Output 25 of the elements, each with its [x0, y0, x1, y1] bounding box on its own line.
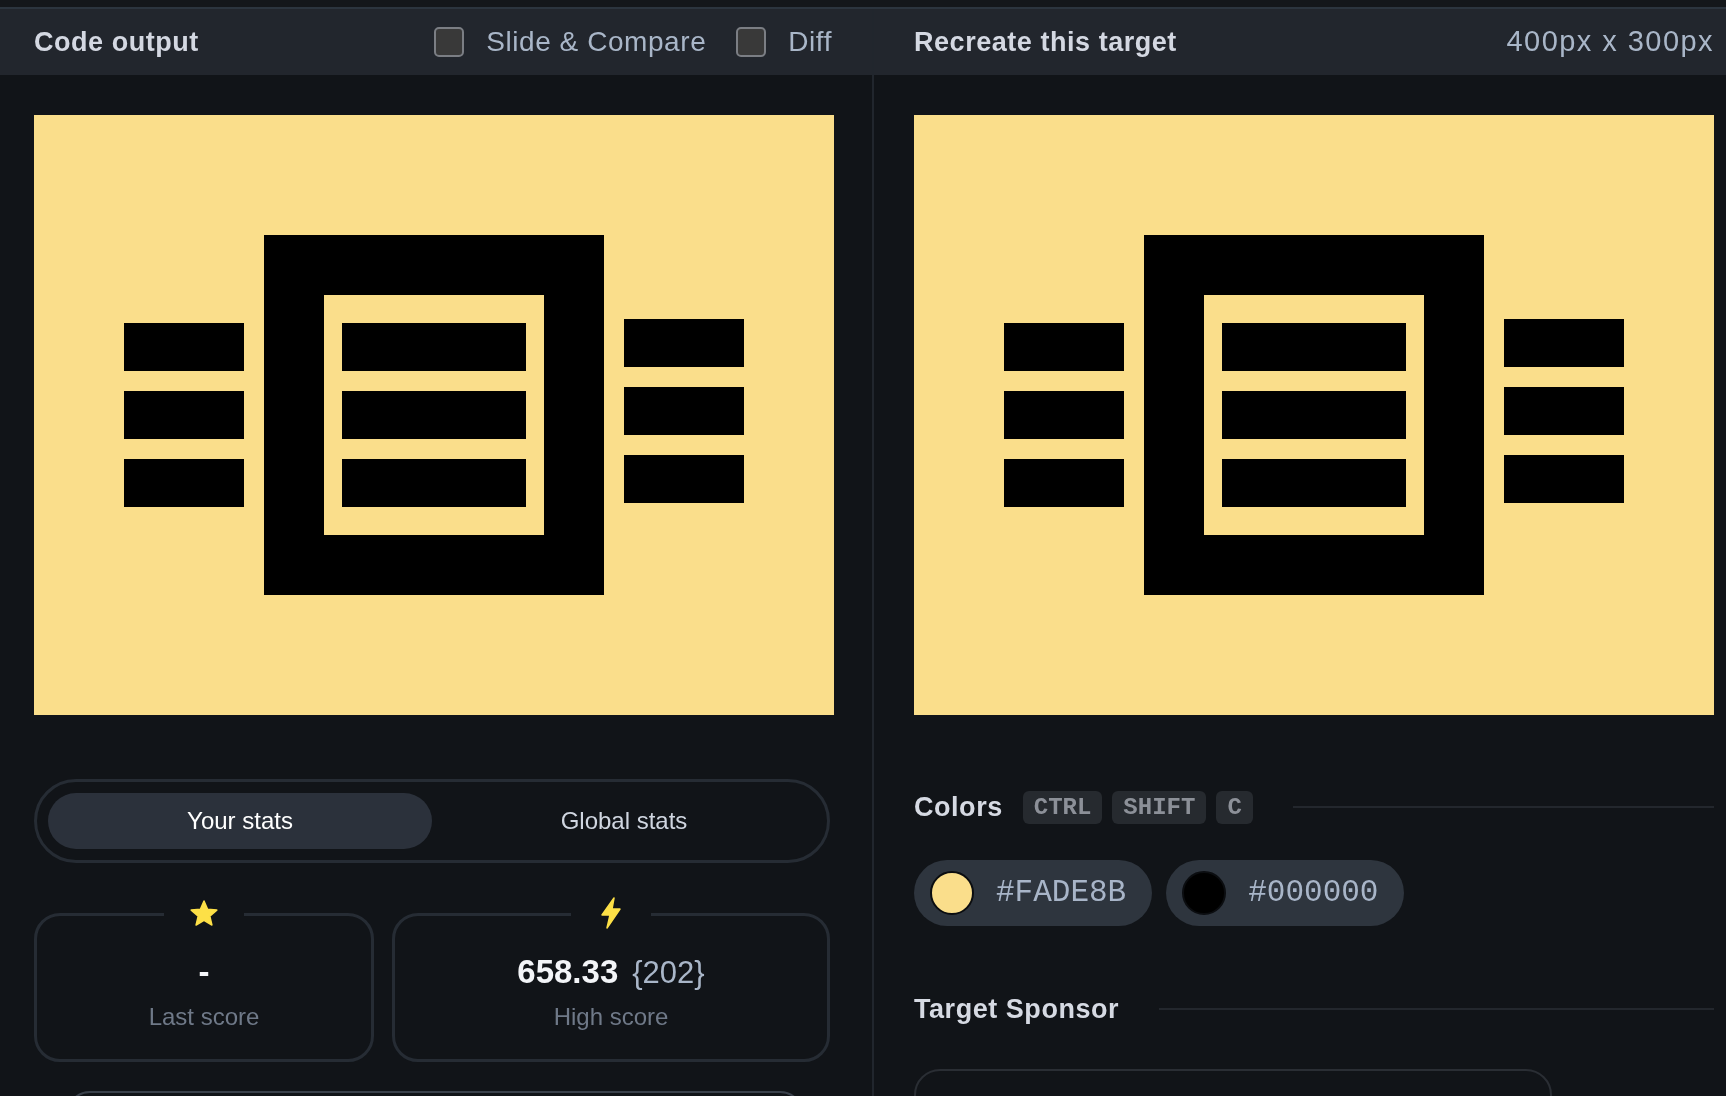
score-label: Last score — [148, 1002, 260, 1032]
target-size: 400px x 300px — [1506, 24, 1714, 60]
star-icon — [190, 900, 218, 927]
key-cap: CTRL — [1022, 790, 1103, 824]
key-cap: C — [1216, 790, 1253, 824]
score-value: 658.33 — [517, 952, 619, 992]
section-title: Target Sponsor — [914, 992, 1120, 1026]
section-title: Colors — [914, 790, 1003, 824]
checkbox-label: Slide & Compare — [486, 25, 707, 59]
panel-title: Code output — [34, 25, 199, 59]
score-count: {202} — [632, 954, 705, 992]
checkbox[interactable] — [736, 27, 767, 57]
color-chip[interactable]: #000000 — [1166, 860, 1405, 926]
checkbox[interactable] — [434, 27, 465, 57]
stats-tab[interactable]: Your stats — [48, 793, 432, 849]
stats-tab[interactable]: Global stats — [432, 793, 816, 849]
score-value: - — [198, 952, 210, 992]
key-cap: SHIFT — [1112, 790, 1207, 824]
lightning-icon — [600, 897, 622, 929]
checkbox-label: Diff — [788, 25, 832, 59]
color-hex: #000000 — [1248, 873, 1379, 912]
score-label: High score — [553, 1002, 669, 1032]
panel-title: Recreate this target — [914, 25, 1177, 59]
color-chip[interactable]: #FADE8B — [914, 860, 1153, 926]
color-hex: #FADE8B — [996, 873, 1127, 912]
